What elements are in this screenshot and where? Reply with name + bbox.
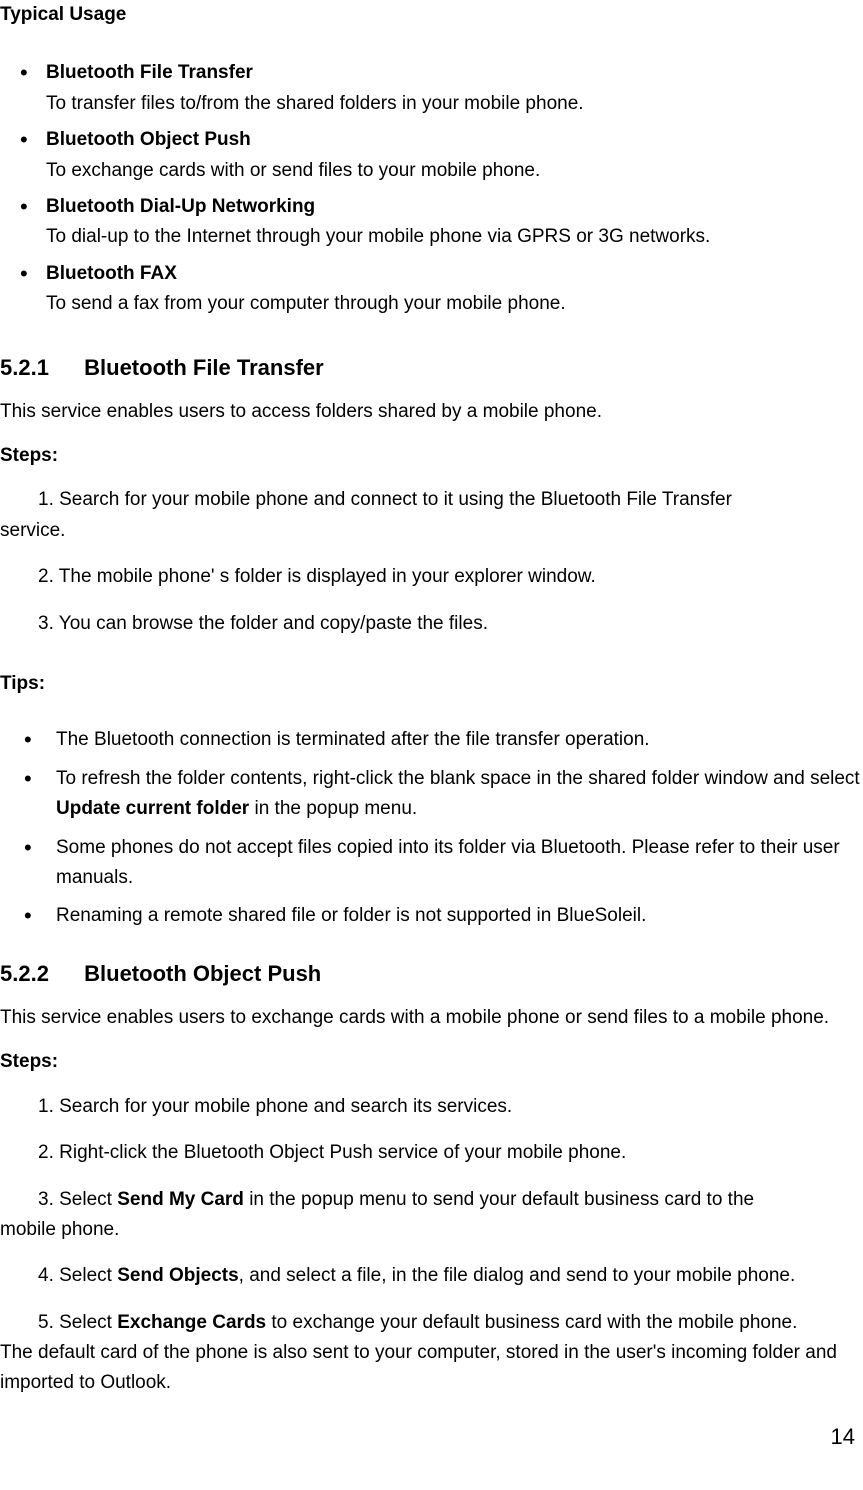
item-title: Bluetooth Object Push (46, 129, 251, 150)
step-row: 3. Select Send My Card in the popup menu… (0, 1185, 863, 1246)
steps-label: Steps: (0, 441, 863, 471)
step-text: to exchange your default business card w… (266, 1312, 797, 1333)
step-text: The default card of the phone is also se… (0, 1338, 863, 1399)
list-item: Bluetooth Dial-Up Networking To dial-up … (46, 192, 863, 253)
step-text: 1. Search for your mobile phone and conn… (0, 489, 732, 510)
item-title: Bluetooth Dial-Up Networking (46, 196, 315, 217)
typical-usage-heading: Typical Usage (0, 0, 863, 30)
step-row: 1. Search for your mobile phone and conn… (0, 485, 863, 546)
tip-text: To refresh the folder contents, right-cl… (56, 768, 860, 789)
step-text: , and select a file, in the file dialog … (239, 1265, 796, 1286)
section-number: 5.2.1 (0, 350, 78, 385)
steps-label: Steps: (0, 1047, 863, 1077)
step-row: 2. The mobile phone' s folder is display… (0, 562, 863, 592)
step-text: 3. Select (0, 1189, 117, 1210)
step-row: 4. Select Send Objects, and select a fil… (0, 1261, 863, 1291)
list-item: Renaming a remote shared file or folder … (46, 901, 863, 931)
list-item: Some phones do not accept files copied i… (46, 833, 863, 894)
bold-text: Update current folder (56, 798, 249, 819)
list-item: Bluetooth Object Push To exchange cards … (46, 125, 863, 186)
step-row: 5. Select Exchange Cards to exchange you… (0, 1308, 863, 1399)
section-521-intro: This service enables users to access fol… (0, 397, 863, 427)
step-text: service. (0, 516, 863, 546)
step-text: 5. Select (0, 1312, 117, 1333)
bold-text: Exchange Cards (117, 1312, 266, 1333)
section-title: Bluetooth Object Push (84, 961, 321, 986)
tip-text: in the popup menu. (249, 798, 417, 819)
item-desc: To dial-up to the Internet through your … (46, 222, 863, 252)
list-item: The Bluetooth connection is terminated a… (46, 725, 863, 755)
tips-list: The Bluetooth connection is terminated a… (0, 725, 863, 931)
list-item: To refresh the folder contents, right-cl… (46, 764, 863, 825)
typical-usage-list: Bluetooth File Transfer To transfer file… (0, 58, 863, 319)
section-title: Bluetooth File Transfer (84, 355, 324, 380)
section-number: 5.2.2 (0, 956, 78, 991)
page-number: 14 (0, 1419, 863, 1454)
document-page: Typical Usage Bluetooth File Transfer To… (0, 0, 863, 1484)
bold-text: Send My Card (117, 1189, 244, 1210)
item-desc: To transfer files to/from the shared fol… (46, 89, 863, 119)
item-desc: To send a fax from your computer through… (46, 289, 863, 319)
step-text: mobile phone. (0, 1215, 863, 1245)
step-text: in the popup menu to send your default b… (244, 1189, 754, 1210)
list-item: Bluetooth FAX To send a fax from your co… (46, 259, 863, 320)
item-title: Bluetooth File Transfer (46, 62, 253, 83)
tips-label: Tips: (0, 669, 863, 699)
list-item: Bluetooth File Transfer To transfer file… (46, 58, 863, 119)
step-row: 1. Search for your mobile phone and sear… (0, 1092, 863, 1122)
step-row: 3. You can browse the folder and copy/pa… (0, 609, 863, 639)
section-521-heading: 5.2.1 Bluetooth File Transfer (0, 350, 863, 385)
section-522-heading: 5.2.2 Bluetooth Object Push (0, 956, 863, 991)
step-row: 2. Right-click the Bluetooth Object Push… (0, 1138, 863, 1168)
step-text: 4. Select (38, 1265, 117, 1286)
item-title: Bluetooth FAX (46, 263, 177, 284)
section-522-intro: This service enables users to exchange c… (0, 1003, 863, 1033)
item-desc: To exchange cards with or send files to … (46, 156, 863, 186)
bold-text: Send Objects (117, 1265, 238, 1286)
